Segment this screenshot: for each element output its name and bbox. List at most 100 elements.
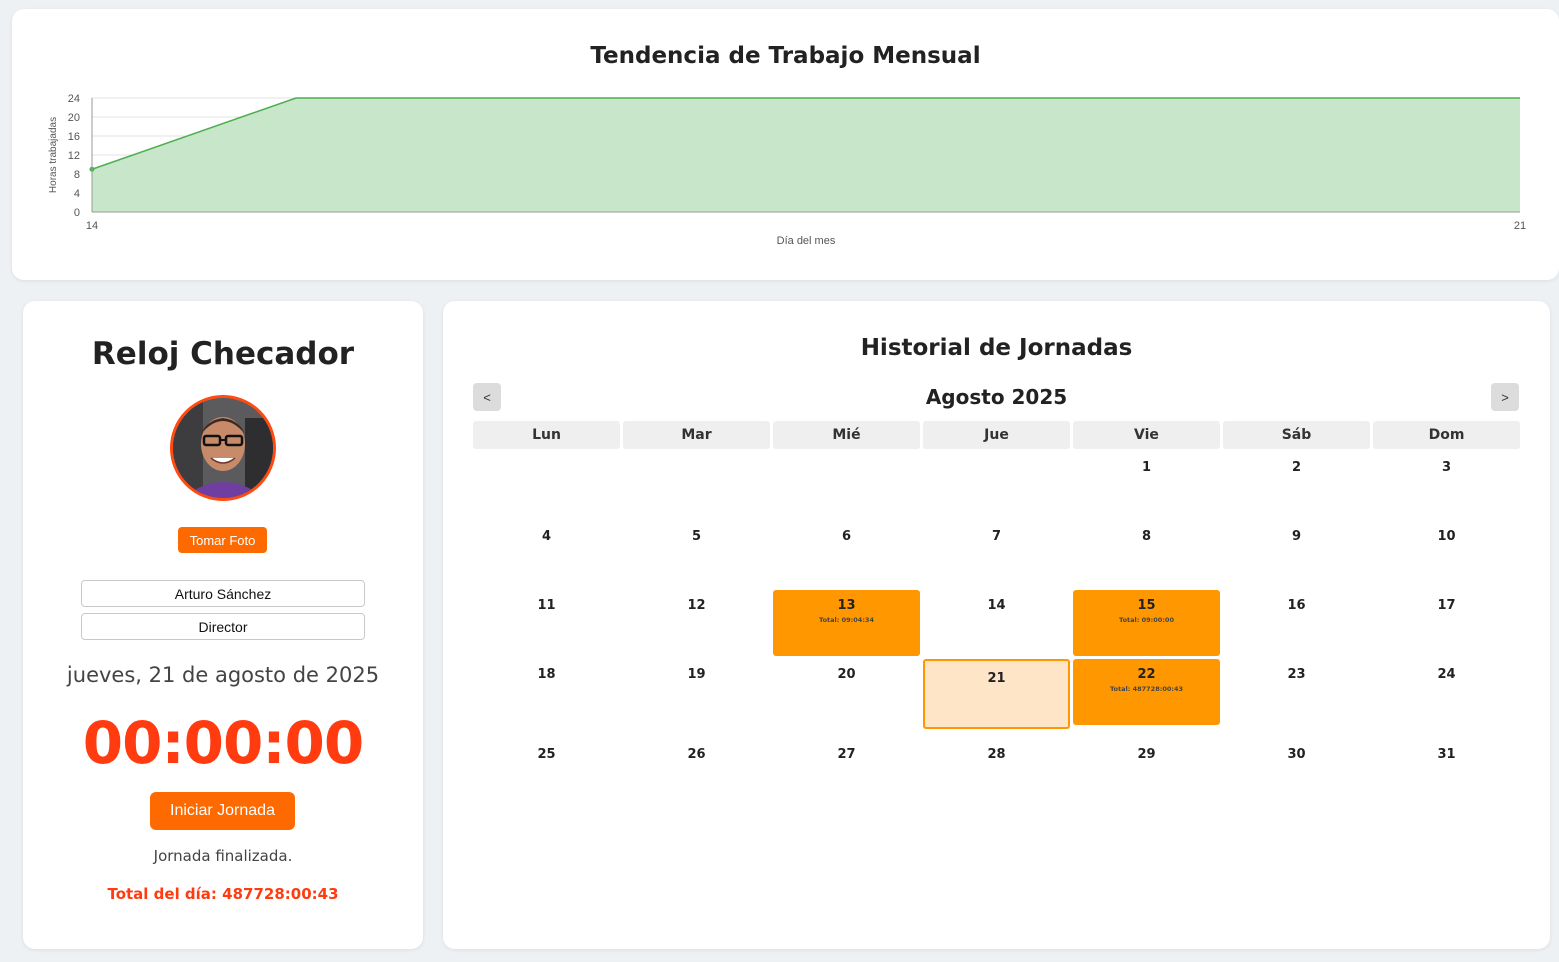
- calendar-day-14[interactable]: 14: [923, 590, 1070, 656]
- month-label: Agosto 2025: [925, 385, 1068, 409]
- work-timer: 00:00:00: [82, 709, 365, 777]
- day-number: 8: [1141, 529, 1152, 544]
- day-number: 9: [1291, 529, 1302, 544]
- calendar-day-1[interactable]: 1: [1073, 452, 1220, 518]
- y-axis-label: Horas trabajadas: [48, 117, 59, 193]
- day-number: 30: [1287, 747, 1306, 762]
- day-number: 19: [687, 667, 706, 682]
- day-number: 2: [1291, 460, 1302, 475]
- day-total-label: Total: 487728:00:43: [1109, 685, 1184, 693]
- day-number: 24: [1437, 667, 1456, 682]
- area-fill: [92, 98, 1520, 212]
- day-number: 20: [837, 667, 856, 682]
- calendar-day-15[interactable]: 15 Total: 09:00:00: [1073, 590, 1220, 656]
- calendar-day-29[interactable]: 29: [1073, 732, 1220, 792]
- calendar-day-20[interactable]: 20: [773, 659, 920, 725]
- shift-status: Jornada finalizada.: [153, 847, 293, 865]
- calendar-card: Historial de Jornadas < Agosto 2025 > Lu…: [443, 301, 1550, 949]
- calendar-day-12[interactable]: 12: [623, 590, 770, 656]
- day-number: 23: [1287, 667, 1306, 682]
- next-month-button[interactable]: >: [1491, 383, 1519, 411]
- day-number: 28: [987, 747, 1006, 762]
- day-number: 4: [541, 529, 552, 544]
- calendar-grid: Lun Mar Mié Jue Vie Sáb Dom 1 2 3 4 5 6 7 8 9 10 11 12 13 T…: [473, 421, 1520, 792]
- calendar-empty-cell: [923, 452, 1070, 518]
- weekday-header: Sáb: [1223, 421, 1370, 449]
- calendar-week-row: 11 12 13 Total: 09:04:34 14 15 Total: 09:00:00…: [473, 590, 1520, 656]
- y-tick-label: 20: [68, 112, 80, 124]
- calendar-day-3[interactable]: 3: [1373, 452, 1520, 518]
- work-trend-chart: 0 4 8 12 16 20 24 14 21 Día del mes Horas trabajad…: [48, 93, 1526, 247]
- calendar-day-27[interactable]: 27: [773, 732, 920, 792]
- calendar-day-22[interactable]: 22 Total: 487728:00:43: [1073, 659, 1220, 725]
- calendar-title: Historial de Jornadas: [860, 335, 1133, 361]
- clock-title: Reloj Checador: [91, 336, 355, 372]
- calendar-day-21[interactable]: 21: [923, 659, 1070, 729]
- calendar-day-13[interactable]: 13 Total: 09:04:34: [773, 590, 920, 656]
- day-number: 5: [691, 529, 702, 544]
- calendar-day-11[interactable]: 11: [473, 590, 620, 656]
- day-total-label: Total: 09:04:34: [819, 616, 874, 624]
- start-shift-button[interactable]: Iniciar Jornada: [150, 792, 295, 830]
- day-number: 21: [987, 671, 1006, 686]
- y-tick-label: 4: [74, 188, 80, 200]
- calendar-day-18[interactable]: 18: [473, 659, 620, 725]
- calendar-day-17[interactable]: 17: [1373, 590, 1520, 656]
- y-tick-label: 16: [68, 131, 80, 143]
- day-number: 6: [841, 529, 852, 544]
- day-number: 3: [1441, 460, 1452, 475]
- day-number: 26: [687, 747, 706, 762]
- calendar-day-7[interactable]: 7: [923, 521, 1070, 587]
- calendar-day-30[interactable]: 30: [1223, 732, 1370, 792]
- day-number: 17: [1437, 598, 1456, 613]
- calendar-day-19[interactable]: 19: [623, 659, 770, 725]
- chart-card: Tendencia de Trabajo Mensual 0 4 8 12 16 20 24…: [12, 9, 1559, 280]
- day-number: 31: [1437, 747, 1456, 762]
- calendar-day-5[interactable]: 5: [623, 521, 770, 587]
- day-number: 29: [1137, 747, 1156, 762]
- y-tick-label: 24: [68, 93, 80, 105]
- day-number: 15: [1137, 598, 1156, 613]
- calendar-day-23[interactable]: 23: [1223, 659, 1370, 725]
- employee-role-field[interactable]: [81, 613, 365, 640]
- day-total-label: Total: 09:00:00: [1119, 616, 1174, 624]
- calendar-day-6[interactable]: 6: [773, 521, 920, 587]
- x-tick-label: 21: [1514, 220, 1526, 232]
- calendar-day-26[interactable]: 26: [623, 732, 770, 792]
- calendar-weeks: 1 2 3 4 5 6 7 8 9 10 11 12 13 Total: 09:04:34 14 15 Tota…: [473, 452, 1520, 792]
- calendar-day-4[interactable]: 4: [473, 521, 620, 587]
- day-number: 14: [987, 598, 1006, 613]
- day-number: 1: [1141, 460, 1152, 475]
- employee-name-field[interactable]: [81, 580, 365, 607]
- day-number: 25: [537, 747, 556, 762]
- calendar-week-row: 1 2 3: [473, 452, 1520, 518]
- calendar-empty-cell: [773, 452, 920, 518]
- calendar-empty-cell: [473, 452, 620, 518]
- calendar-day-25[interactable]: 25: [473, 732, 620, 792]
- day-number: 13: [837, 598, 856, 613]
- calendar-day-9[interactable]: 9: [1223, 521, 1370, 587]
- weekday-header: Lun: [473, 421, 620, 449]
- day-number: 11: [537, 598, 556, 613]
- calendar-day-16[interactable]: 16: [1223, 590, 1370, 656]
- day-number: 7: [991, 529, 1002, 544]
- calendar-day-24[interactable]: 24: [1373, 659, 1520, 725]
- user-avatar: [170, 395, 276, 501]
- y-tick-label: 0: [74, 207, 80, 219]
- weekday-header: Jue: [923, 421, 1070, 449]
- take-photo-button[interactable]: Tomar Foto: [178, 527, 267, 553]
- day-number: 27: [837, 747, 856, 762]
- day-total: Total del día: 487728:00:43: [107, 885, 339, 903]
- calendar-day-10[interactable]: 10: [1373, 521, 1520, 587]
- clock-card: Reloj Checador Tomar Foto jueves, 21 de …: [23, 301, 423, 949]
- calendar-week-row: 25 26 27 28 29 30 31: [473, 732, 1520, 792]
- calendar-day-8[interactable]: 8: [1073, 521, 1220, 587]
- y-tick-label: 12: [68, 150, 80, 162]
- calendar-day-31[interactable]: 31: [1373, 732, 1520, 792]
- calendar-week-row: 4 5 6 7 8 9 10: [473, 521, 1520, 587]
- calendar-day-28[interactable]: 28: [923, 732, 1070, 792]
- x-axis-label: Día del mes: [777, 235, 836, 247]
- calendar-day-2[interactable]: 2: [1223, 452, 1370, 518]
- weekday-header-row: Lun Mar Mié Jue Vie Sáb Dom: [473, 421, 1520, 449]
- day-number: 18: [537, 667, 556, 682]
